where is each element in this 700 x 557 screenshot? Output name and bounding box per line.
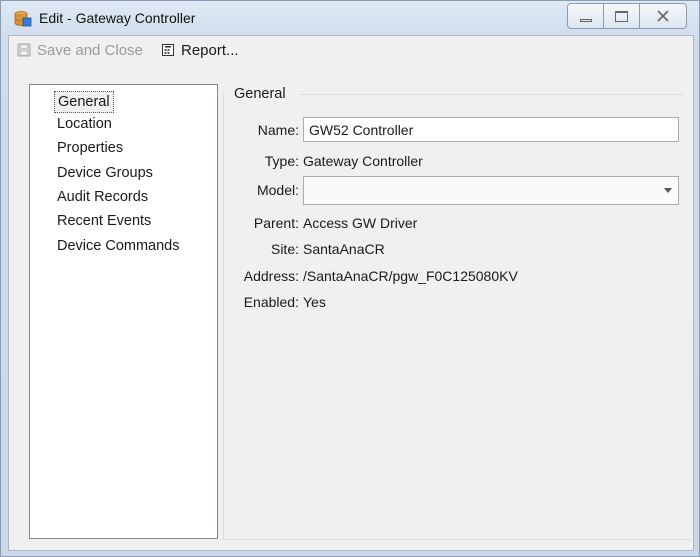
site-value: SantaAnaCR	[303, 241, 385, 257]
enabled-value: Yes	[303, 294, 326, 310]
edit-window: Edit - Gateway Controller Save and Close	[0, 0, 700, 557]
title-bar[interactable]: Edit - Gateway Controller	[1, 1, 700, 35]
parent-label: Parent:	[253, 215, 299, 231]
model-dropdown[interactable]	[303, 176, 679, 205]
maximize-button[interactable]	[603, 3, 639, 29]
group-box-top-border	[299, 94, 683, 95]
nav-item-audit-records[interactable]: Audit Records	[57, 187, 148, 207]
address-label: Address:	[243, 268, 299, 284]
report-label: Report...	[181, 41, 239, 59]
chevron-down-icon	[664, 188, 672, 193]
save-and-close-button[interactable]: Save and Close	[17, 40, 143, 60]
type-label: Type:	[264, 153, 299, 169]
window-controls	[567, 3, 687, 29]
close-icon	[657, 10, 669, 22]
site-label: Site:	[270, 241, 299, 257]
toolbar: Save and Close Report...	[9, 36, 693, 64]
save-and-close-label: Save and Close	[37, 41, 143, 59]
navigation-list: General Location Properties Device Group…	[29, 84, 218, 539]
window-title: Edit - Gateway Controller	[39, 10, 196, 26]
enabled-label: Enabled:	[243, 294, 299, 310]
floppy-disk-icon	[17, 43, 31, 57]
nav-item-properties[interactable]: Properties	[57, 138, 123, 158]
name-input[interactable]	[303, 117, 679, 142]
close-button[interactable]	[639, 3, 687, 29]
address-value: /SantaAnaCR/pgw_F0C125080KV	[303, 268, 518, 284]
nav-item-recent-events[interactable]: Recent Events	[57, 211, 151, 231]
parent-value: Access GW Driver	[303, 215, 418, 231]
nav-item-device-groups[interactable]: Device Groups	[57, 163, 153, 183]
general-group-title: General	[231, 86, 289, 102]
name-label: Name:	[257, 122, 299, 138]
type-value: Gateway Controller	[303, 153, 423, 169]
database-app-icon	[14, 11, 32, 27]
minimize-button[interactable]	[567, 3, 603, 29]
nav-item-location[interactable]: Location	[57, 114, 112, 134]
maximize-icon	[615, 10, 628, 22]
minimize-icon	[579, 18, 592, 22]
nav-item-general[interactable]: General	[54, 91, 114, 113]
nav-item-device-commands[interactable]: Device Commands	[57, 236, 180, 256]
report-icon	[162, 44, 174, 56]
report-button[interactable]: Report...	[161, 40, 239, 60]
dialog-client-area: Save and Close Report... General Locatio…	[8, 35, 694, 551]
model-label: Model:	[256, 182, 299, 198]
